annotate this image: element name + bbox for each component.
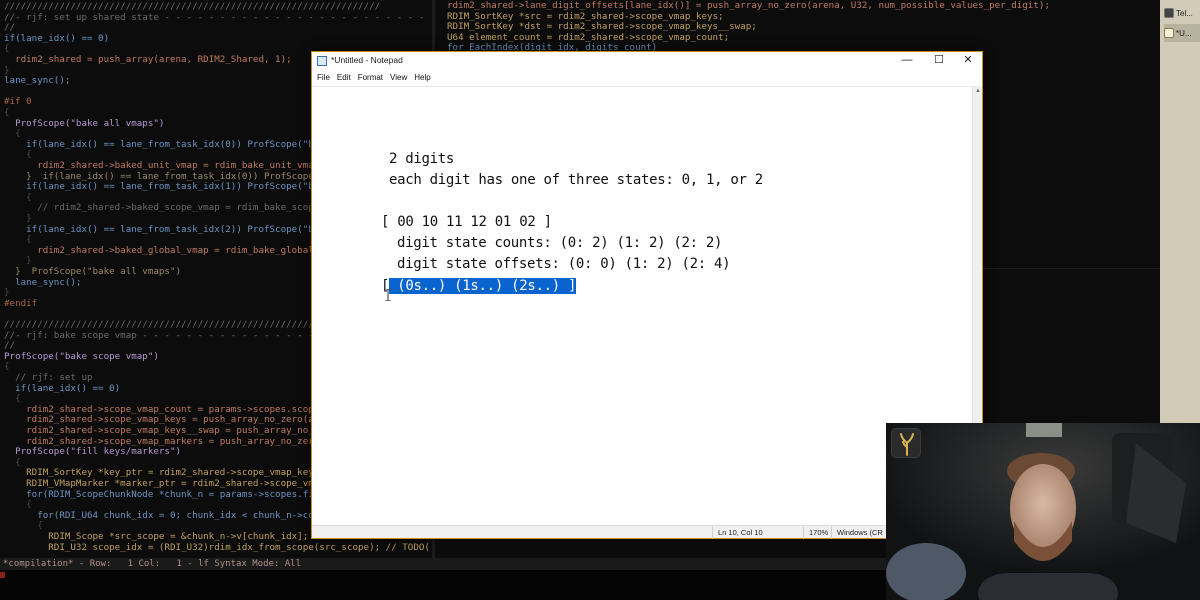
scroll-up-icon[interactable]: ▲ [975, 88, 981, 94]
code-line[interactable]: rdim2_shared->scope_vmap_keys__swap = pu… [4, 425, 352, 437]
text-line-selected[interactable]: [ (0s..) (1s..) (2s..) ] [381, 278, 576, 294]
code-line[interactable]: ProfScope("bake all vmaps") [4, 118, 164, 130]
code-line[interactable]: // rjf: set up [4, 372, 92, 384]
code-line[interactable]: ProfScope("bake scope vmap") [4, 351, 159, 363]
code-line[interactable]: for(RDI_U64 chunk_idx = 0; chunk_idx < c… [4, 510, 352, 522]
terminal-icon [1164, 8, 1174, 18]
maximize-button[interactable]: ☐ [924, 52, 954, 70]
menu-format[interactable]: Format [356, 70, 388, 85]
code-line[interactable]: RDI_U32 scope_idx = (RDI_U32)rdim_idx_fr… [4, 542, 430, 554]
minibuffer-marker [0, 572, 5, 578]
text-editing-area[interactable]: 2 digits each digit has one of three sta… [312, 86, 972, 525]
code-line[interactable]: // rdim2_shared->baked_scope_vmap = rdim… [4, 203, 358, 214]
menu-help[interactable]: Help [412, 70, 435, 85]
minimize-button[interactable]: — [892, 52, 922, 70]
code-line[interactable]: ////////////////////////////////////////… [4, 1, 380, 13]
tree-logo-icon [900, 433, 914, 456]
code-line[interactable]: #endif [4, 298, 37, 310]
notepad-icon [1164, 28, 1174, 38]
text-line[interactable]: digit state offsets: (0: 0) (1: 2) (2: 4… [397, 256, 731, 272]
taskbar-item-notepad[interactable]: *U... [1164, 24, 1200, 42]
code-line[interactable]: if(lane_idx() == 0) [4, 33, 109, 45]
text-cursor-icon [385, 289, 391, 301]
code-line[interactable]: rdim2_shared->baked_global_vmap = rdim_b… [4, 245, 358, 257]
text-line[interactable]: 2 digits [389, 151, 454, 167]
title-bar[interactable]: *Untitled - Notepad — ☐ ✕ [312, 52, 982, 70]
editor-separator-line [983, 268, 1160, 269]
notepad-status-bar: Ln 10, Col 10 170% Windows (CRLF) [312, 525, 982, 539]
code-line[interactable]: RDIM_VMapMarker *marker_ptr = rdim2_shar… [4, 478, 347, 490]
menu-file[interactable]: File [315, 70, 335, 85]
close-button[interactable]: ✕ [953, 52, 983, 70]
code-line[interactable]: for(RDIM_ScopeChunkNode *chunk_n = param… [4, 489, 347, 501]
cursor-position: Ln 10, Col 10 [712, 526, 803, 539]
menu-view[interactable]: View [388, 70, 412, 85]
code-line[interactable]: rdim2_shared->lane_digit_offsets[lane_id… [447, 0, 1050, 12]
line-ending: Windows (CRLF) [831, 526, 883, 539]
code-line[interactable]: if(lane_idx() == lane_from_task_idx(1)) … [4, 182, 352, 193]
code-line[interactable]: lane_sync(); [4, 277, 81, 289]
notepad-window[interactable]: *Untitled - Notepad — ☐ ✕ File Edit Form… [311, 51, 983, 539]
text-selection[interactable]: (0s..) (1s..) (2s..) ] [389, 278, 576, 294]
webcam-image [886, 423, 1200, 600]
taskbar-item-telegram[interactable]: Tel... [1164, 4, 1200, 22]
text-line[interactable]: [ 00 10 11 12 01 02 ] [381, 214, 552, 230]
code-line[interactable]: if(lane_idx() == 0) [4, 383, 120, 395]
code-line[interactable]: ProfScope("fill keys/markers") [4, 447, 181, 458]
taskbar: Tel... *U... [1160, 0, 1200, 425]
code-line[interactable]: if(lane_idx() == lane_from_task_idx(0)) … [4, 139, 358, 151]
taskbar-item-label: *U... [1176, 28, 1192, 38]
menu-edit[interactable]: Edit [335, 70, 356, 85]
status-bar-text: *compilation* - Row: 1 Col: 1 - lf Synta… [3, 559, 302, 569]
menu-bar: File Edit Format View Help [312, 70, 982, 85]
text-line[interactable]: digit state counts: (0: 2) (1: 2) (2: 2) [397, 235, 722, 251]
window-title: *Untitled - Notepad [331, 55, 403, 65]
code-line[interactable]: rdim2_shared->baked_unit_vmap = rdim_bak… [4, 160, 358, 172]
webcam-feed [886, 423, 1200, 600]
code-line[interactable]: if(lane_idx() == lane_from_task_idx(2)) … [4, 224, 352, 236]
code-line[interactable]: } [4, 213, 32, 225]
code-line[interactable]: { [4, 107, 10, 119]
notepad-app-icon [317, 56, 327, 66]
code-line[interactable]: rdim2_shared = push_array(arena, RDIM2_S… [4, 54, 292, 66]
taskbar-item-label: Tel... [1176, 8, 1193, 18]
text-line[interactable]: each digit has one of three states: 0, 1… [389, 172, 763, 188]
channel-logo [891, 428, 921, 458]
code-line[interactable]: lane_sync(); [4, 76, 70, 87]
zoom-level: 170% [803, 526, 831, 539]
code-line[interactable]: } ProfScope("bake all vmaps") [4, 266, 181, 278]
code-line[interactable]: RDIM_Scope *src_scope = &chunk_n->v[chun… [4, 531, 308, 543]
code-line[interactable]: //- rjf: set up shared state - - - - - -… [4, 12, 430, 24]
